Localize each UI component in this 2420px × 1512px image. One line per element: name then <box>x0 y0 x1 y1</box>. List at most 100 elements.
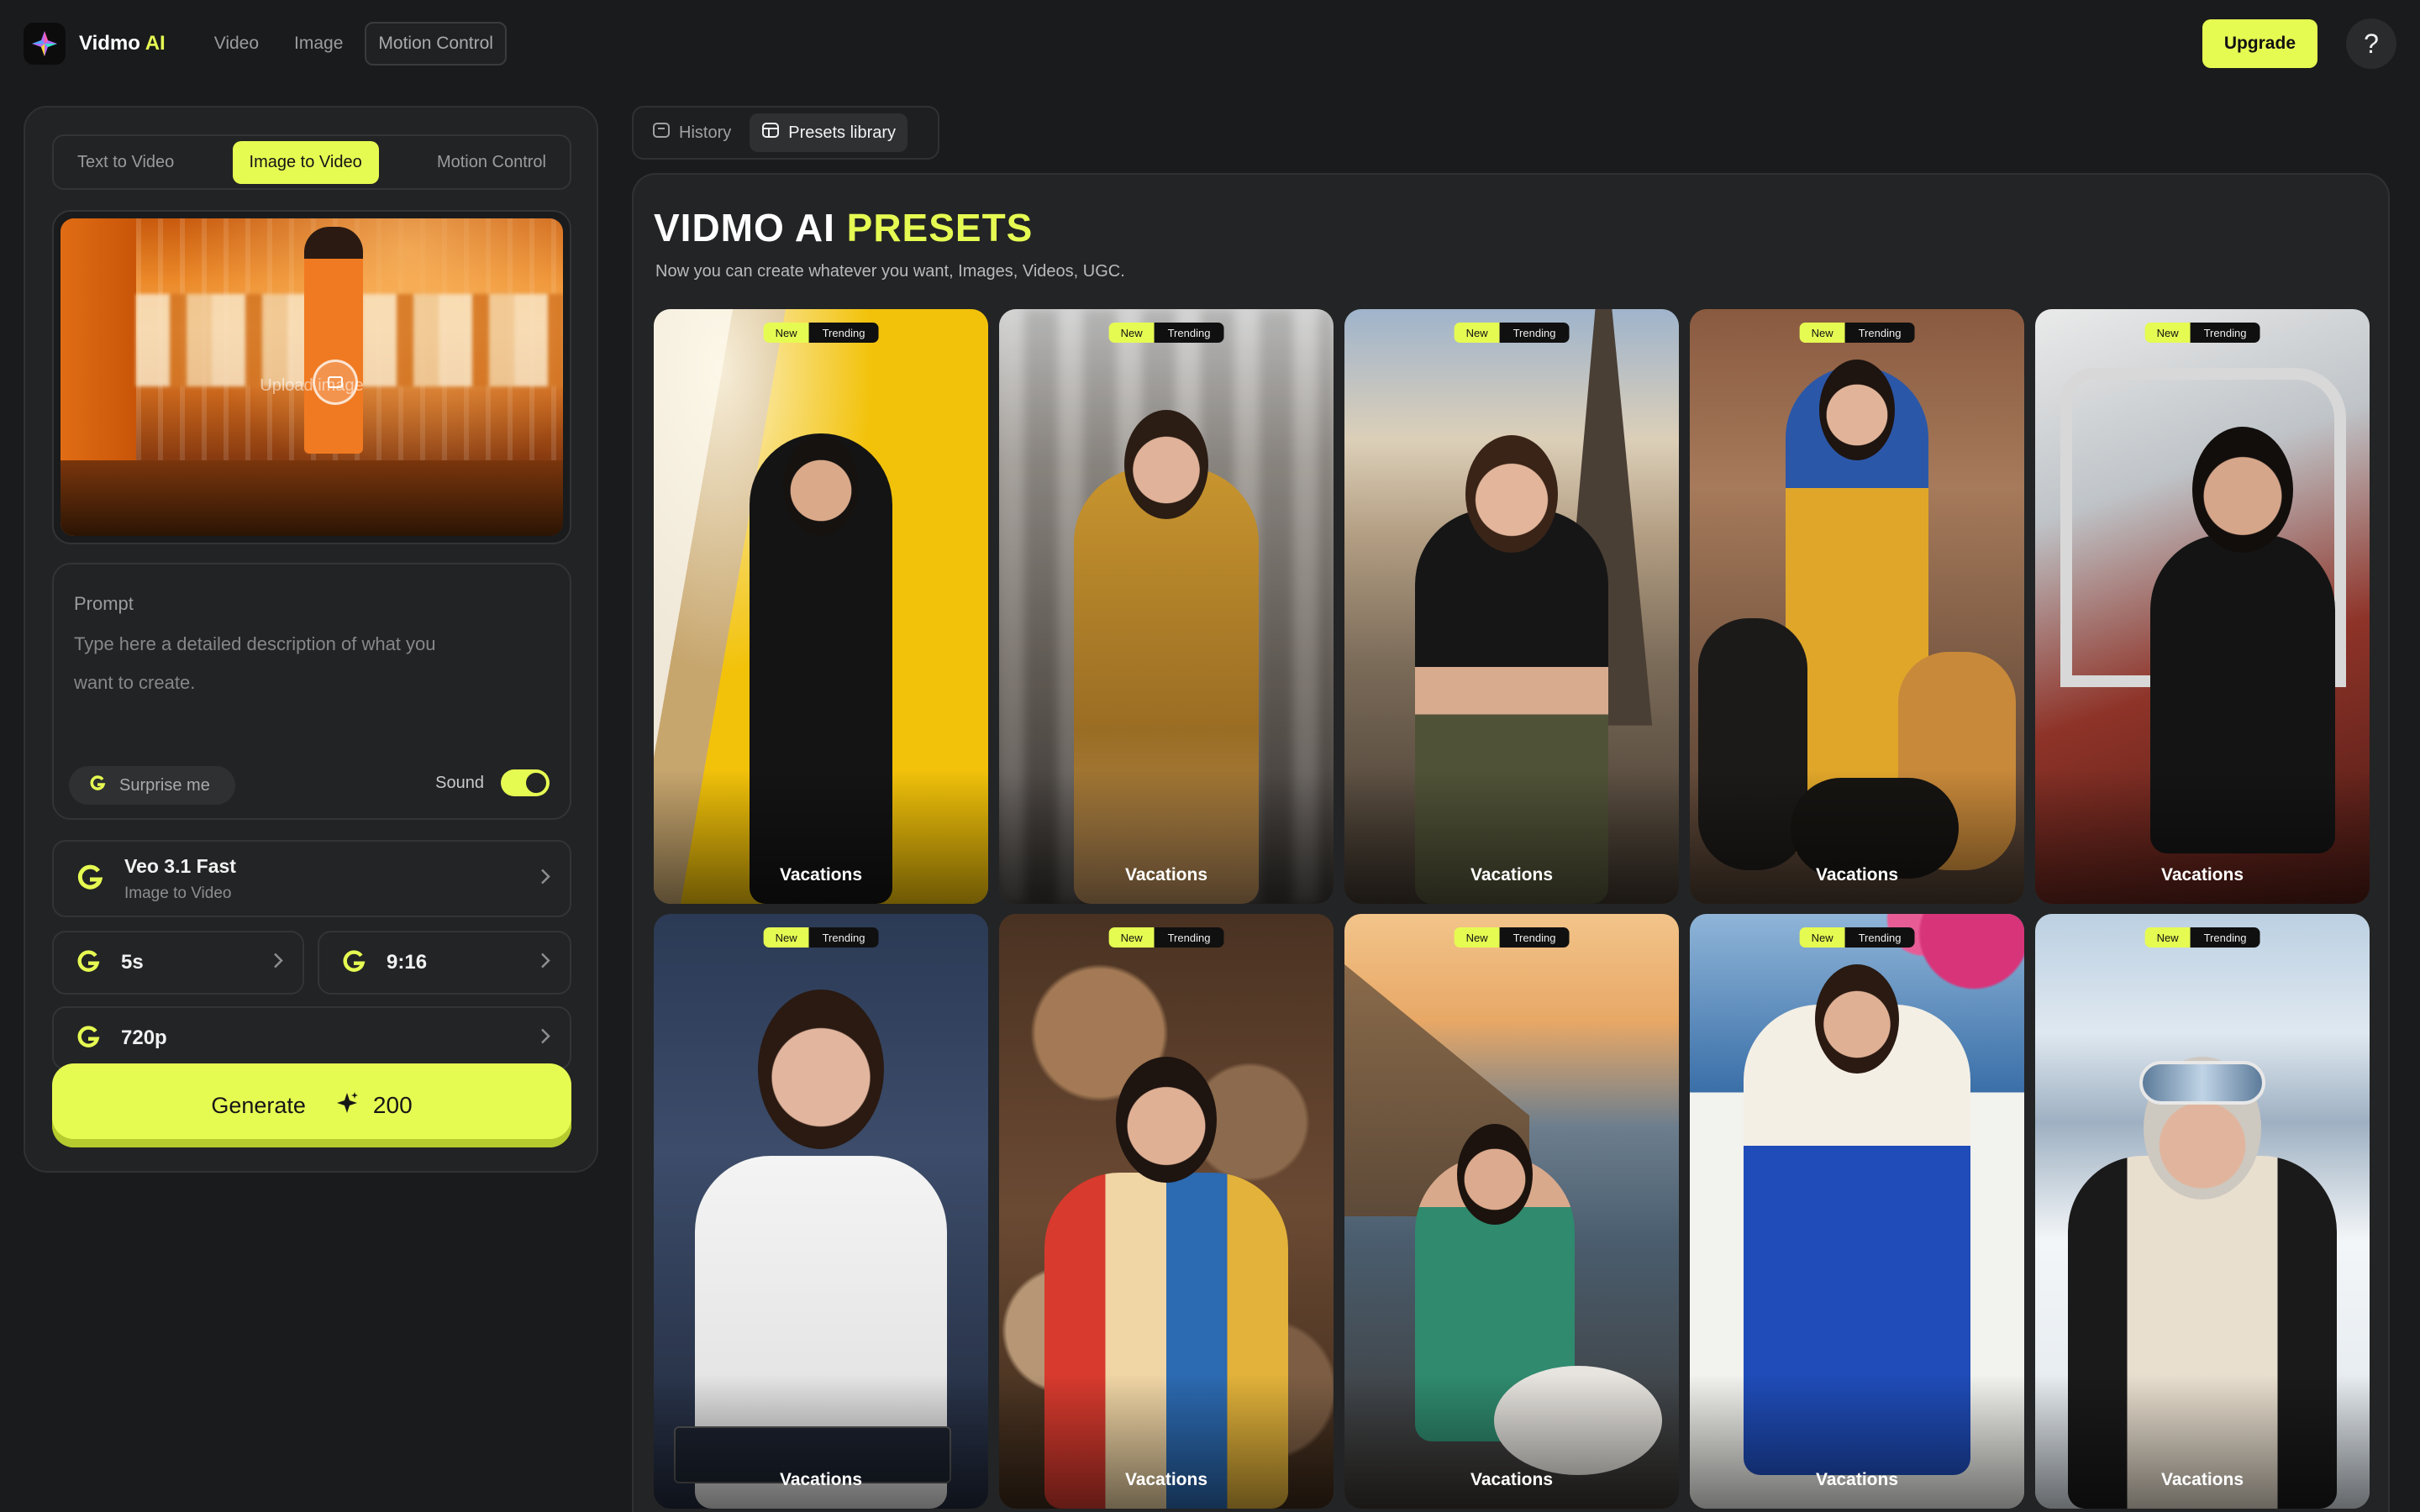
prompt-input[interactable]: Type here a detailed description of what… <box>74 625 477 702</box>
badge-new: New <box>2144 323 2191 343</box>
badge-new: New <box>1108 323 1155 343</box>
badge-trending: Trending <box>2190 927 2260 948</box>
library-icon <box>761 121 780 144</box>
aspect-ratio-selector[interactable]: 9:16 <box>318 931 571 995</box>
badge-new: New <box>763 927 809 948</box>
tab-image-to-video[interactable]: Image to Video <box>232 140 379 184</box>
badge-trending: Trending <box>808 927 879 948</box>
preset-card[interactable]: New Trending Vacations <box>1344 914 1679 1509</box>
preset-label: Vacations <box>1470 1470 1554 1489</box>
preset-badges: New Trending <box>763 323 879 343</box>
preset-card[interactable]: New Trending Vacations <box>999 309 1334 904</box>
model-selector[interactable]: Veo 3.1 Fast Image to Video <box>52 840 571 917</box>
top-bar: Vidmo AI Video Image Motion Control Upgr… <box>0 0 2420 87</box>
preset-label: Vacations <box>1124 1470 1208 1489</box>
preset-badges: New Trending <box>1108 323 1224 343</box>
preset-card[interactable]: New Trending Vacations <box>1344 309 1679 904</box>
upload-image-label: Upload image <box>260 376 364 395</box>
right-tabs: History Presets library <box>632 106 939 160</box>
resolution-selector[interactable]: 720p <box>52 1006 571 1070</box>
generate-label: Generate <box>211 1092 306 1118</box>
badge-new: New <box>1454 323 1500 343</box>
preset-label: Vacations <box>1470 865 1554 885</box>
duration-g-icon <box>76 948 101 978</box>
tab-text-to-video[interactable]: Text to Video <box>60 141 191 184</box>
preset-card[interactable]: New Trending Vacations <box>1690 309 2024 904</box>
logo-icon[interactable] <box>24 23 66 65</box>
preset-label: Vacations <box>1124 865 1208 885</box>
preset-card[interactable]: New Trending Vacations <box>999 914 1334 1509</box>
badge-trending: Trending <box>1844 323 1915 343</box>
upgrade-button[interactable]: Upgrade <box>2202 19 2317 68</box>
sound-control: Sound <box>435 769 550 796</box>
model-mode: Image to Video <box>124 884 232 902</box>
preset-label: Vacations <box>779 1470 863 1489</box>
badge-trending: Trending <box>1154 927 1224 948</box>
nav-video[interactable]: Video <box>201 22 272 66</box>
mode-tabs: Text to Video Image to Video Motion Cont… <box>52 134 571 190</box>
generator-panel: Text to Video Image to Video Motion Cont… <box>24 106 598 1173</box>
chevron-right-icon <box>272 952 284 974</box>
sparkle-icon <box>334 1090 360 1121</box>
sound-toggle[interactable] <box>501 769 550 796</box>
preset-badges: New Trending <box>1454 323 1570 343</box>
tab-history[interactable]: History <box>640 113 743 152</box>
preset-badges: New Trending <box>1799 927 1915 948</box>
chevron-right-icon <box>539 952 551 974</box>
tab-history-label: History <box>679 123 732 142</box>
generate-cost: 200 <box>334 1090 413 1121</box>
chevron-right-icon <box>539 1027 551 1050</box>
resolution-value: 720p <box>121 1026 167 1049</box>
badge-new: New <box>2144 927 2191 948</box>
preset-label: Vacations <box>1815 1470 1899 1489</box>
tab-presets-library[interactable]: Presets library <box>750 113 908 152</box>
preset-card[interactable]: New Trending Vacations <box>1690 914 2024 1509</box>
image-upload-area[interactable]: Upload image <box>52 210 571 544</box>
badge-trending: Trending <box>1499 927 1570 948</box>
preset-card[interactable]: New Trending Vacations <box>2035 914 2370 1509</box>
history-icon <box>652 121 671 144</box>
top-nav: Video Image Motion Control <box>201 22 507 66</box>
surprise-me-button[interactable]: Surprise me <box>69 766 235 805</box>
ratio-g-icon <box>341 948 366 978</box>
preset-label: Vacations <box>779 865 863 885</box>
preset-card[interactable]: New Trending Vacations <box>2035 309 2370 904</box>
presets-title: VIDMO AI PRESETS <box>654 206 1034 249</box>
badge-trending: Trending <box>808 323 879 343</box>
badge-new: New <box>763 323 809 343</box>
nav-motion-control[interactable]: Motion Control <box>365 22 507 66</box>
cost-value: 200 <box>372 1092 413 1118</box>
prompt-label: Prompt <box>74 593 134 614</box>
surprise-me-label: Surprise me <box>119 775 210 795</box>
duration-selector[interactable]: 5s <box>52 931 304 995</box>
badge-trending: Trending <box>1844 927 1915 948</box>
help-button[interactable]: ? <box>2346 18 2396 69</box>
g-icon <box>89 774 106 796</box>
brand-name[interactable]: Vidmo AI <box>79 32 166 55</box>
preset-badges: New Trending <box>763 927 879 948</box>
prompt-box: Prompt Type here a detailed description … <box>52 563 571 820</box>
presets-panel: VIDMO AI PRESETS Now you can create what… <box>632 173 2390 1512</box>
badge-trending: Trending <box>1499 323 1570 343</box>
preset-label: Vacations <box>1815 865 1899 885</box>
preset-card[interactable]: New Trending Vacations <box>654 309 988 904</box>
preset-label: Vacations <box>2160 1470 2244 1489</box>
preset-card[interactable]: New Trending Vacations <box>654 914 988 1509</box>
badge-trending: Trending <box>1154 323 1224 343</box>
badge-new: New <box>1799 323 1845 343</box>
presets-subtitle: Now you can create whatever you want, Im… <box>655 262 1125 281</box>
chevron-right-icon <box>539 868 551 890</box>
preset-badges: New Trending <box>1454 927 1570 948</box>
badge-new: New <box>1108 927 1155 948</box>
tab-presets-label: Presets library <box>788 123 897 142</box>
badge-new: New <box>1454 927 1500 948</box>
generate-button[interactable]: Generate 200 <box>52 1063 571 1147</box>
preset-badges: New Trending <box>2144 323 2260 343</box>
sound-label: Sound <box>435 773 484 792</box>
nav-image[interactable]: Image <box>281 22 356 66</box>
duration-value: 5s <box>121 951 144 974</box>
preset-badges: New Trending <box>1108 927 1224 948</box>
resolution-g-icon <box>76 1024 101 1053</box>
badge-new: New <box>1799 927 1845 948</box>
tab-motion-control[interactable]: Motion Control <box>420 141 563 184</box>
